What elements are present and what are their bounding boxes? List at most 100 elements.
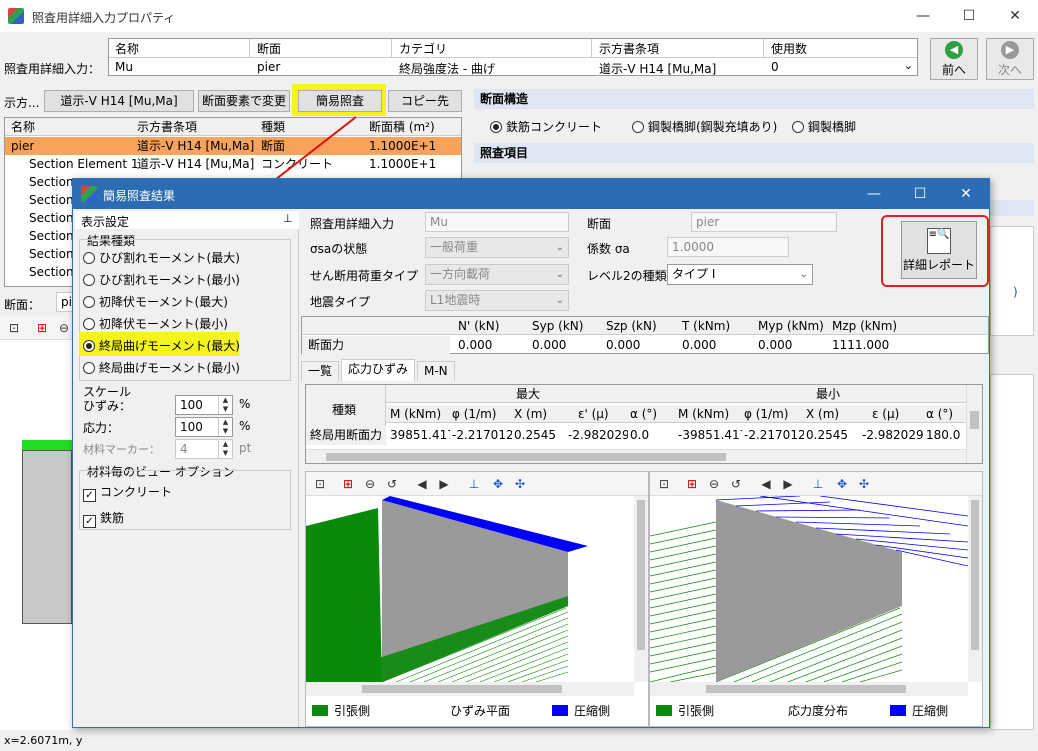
move-axis-icon[interactable]: ✥ [834, 476, 850, 492]
quake-type-value: L1地震時 [430, 293, 481, 307]
result-type-option-selected[interactable]: 終局曲げモーメント(最大) [83, 337, 240, 354]
option-label: 鉄筋 [100, 511, 125, 525]
strain-spinner[interactable]: 100 ▲ ▼ [175, 395, 233, 415]
pin-icon[interactable]: ⊥ [283, 212, 293, 225]
dialog-minimize-icon[interactable]: — [851, 179, 897, 209]
move-axis-icon[interactable]: ✥ [490, 476, 506, 492]
result-sub-header-cell: M (kNm) [390, 407, 442, 421]
force-value[interactable]: 1111.000 [832, 336, 889, 354]
strain-vscroll[interactable] [634, 496, 648, 682]
result-value[interactable]: -2.21701268 [452, 426, 512, 444]
force-header: T (kNm) [682, 319, 731, 333]
result-value[interactable]: 0.0 [630, 426, 676, 444]
force-value[interactable]: 0.000 [532, 336, 566, 354]
back-icon[interactable]: ◀ [414, 476, 430, 492]
chevron-down-icon: ⌄ [555, 269, 564, 280]
result-sub-header: M (kNm) φ (1/m) X (m) ε' (μ) α (°) M (kN… [386, 405, 966, 423]
compression-label: 圧縮側 [574, 704, 611, 718]
detail-report-button[interactable]: ≡🔍 詳細レポート [901, 221, 977, 279]
quake-type-select[interactable]: L1地震時 ⌄ [425, 290, 569, 311]
result-value[interactable]: -2.982029 [568, 426, 628, 444]
sigma-state-value: 一般荷重 [430, 240, 479, 254]
result-value[interactable]: 0.2545 [806, 426, 866, 444]
force-value[interactable]: 0.000 [606, 336, 640, 354]
result-table-row: 終局用断面力 39851.417 -2.21701268 0.2545 -2.9… [306, 426, 982, 444]
result-type-option[interactable]: 初降伏モーメント(最小) [83, 315, 228, 332]
result-vscroll[interactable] [966, 385, 982, 463]
forward-icon[interactable]: ▶ [436, 476, 452, 492]
marker-spinner[interactable]: 4 ▲ ▼ [175, 439, 233, 459]
back-icon[interactable]: ◀ [758, 476, 774, 492]
result-table: 種類 最大 最小 M (kNm) φ (1/m) X (m) ε' (μ) α … [305, 384, 983, 464]
spin-arrows-icon[interactable]: ▲ ▼ [218, 418, 232, 436]
result-value[interactable]: 180.0 [926, 426, 966, 444]
force-value[interactable]: 0.000 [758, 336, 792, 354]
sigma-state-label: σsaの状態 [310, 242, 368, 256]
spin-arrows-icon[interactable]: ▲ ▼ [218, 440, 232, 458]
axis-icon[interactable]: ⊥ [810, 476, 826, 492]
result-type-option[interactable]: ひび割れモーメント(最小) [83, 271, 240, 288]
section-field-dlg: pier [691, 212, 837, 232]
tab-mn[interactable]: M-N [417, 361, 455, 381]
result-type-option[interactable]: 終局曲げモーメント(最小) [83, 359, 240, 376]
result-row-label: 終局用断面力 [306, 426, 386, 444]
stress-spinner[interactable]: 100 ▲ ▼ [175, 417, 233, 437]
dialog-app-icon [81, 186, 97, 202]
rotate-icon[interactable]: ↺ [384, 476, 400, 492]
force-header: Mzp (kNm) [832, 319, 898, 333]
strain-hscroll[interactable] [306, 682, 634, 696]
result-value[interactable]: -2.21701268 [744, 426, 804, 444]
view-option-concrete[interactable]: ✓ コンクリート [83, 483, 172, 502]
forward-icon[interactable]: ▶ [780, 476, 796, 492]
option-label: コンクリート [100, 485, 173, 499]
shear-load-select[interactable]: 一方向載荷 ⌄ [425, 264, 569, 285]
compression-legend: 圧縮側 [552, 702, 610, 720]
max-header: 最大 [516, 387, 541, 401]
rotate-icon[interactable]: ↺ [728, 476, 744, 492]
zoom-out-icon[interactable]: ⊖ [362, 476, 378, 492]
fit-icon[interactable]: ⊡ [312, 476, 328, 492]
stress-vscroll[interactable] [968, 496, 982, 682]
scroll-thumb[interactable] [970, 411, 979, 429]
result-sub-header-cell: X (m) [806, 407, 840, 421]
force-value[interactable]: 0.000 [682, 336, 716, 354]
zoom-window-icon[interactable]: ⊞ [340, 476, 356, 492]
result-value[interactable]: 39851.417 [390, 426, 450, 444]
stress-distribution-title: 応力度分布 [788, 704, 849, 718]
level2-select[interactable]: タイプ I ⌄ [667, 264, 813, 285]
dialog-close-icon[interactable]: ✕ [943, 179, 989, 209]
shear-load-label: せん断用荷重タイプ [310, 269, 419, 283]
result-value[interactable]: -39851.417 [678, 426, 742, 444]
spin-arrows-icon[interactable]: ▲ ▼ [218, 396, 232, 414]
option-label: 初降伏モーメント(最小) [99, 317, 228, 331]
stress-distribution-canvas [650, 496, 968, 682]
rotate-axis-icon[interactable]: ✣ [856, 476, 872, 492]
tension-legend: 引張側 [656, 702, 714, 720]
stress-label: 応力： [83, 421, 120, 435]
axis-icon[interactable]: ⊥ [466, 476, 482, 492]
force-value[interactable]: 0.000 [458, 336, 492, 354]
force-header: N' (kN) [458, 319, 500, 333]
zoom-out-icon[interactable]: ⊖ [706, 476, 722, 492]
stress-view-toolbar: ⊡ ⊞ ⊖ ↺ ◀ ▶ ⊥ ✥ ✣ [650, 472, 982, 496]
result-value[interactable]: -2.982029 [862, 426, 924, 444]
checkbox-checked-icon: ✓ [83, 515, 96, 528]
tab-stress-strain[interactable]: 応力ひずみ [341, 359, 416, 381]
checkbox-checked-icon: ✓ [83, 489, 96, 502]
tab-list[interactable]: 一覧 [301, 361, 340, 381]
result-value[interactable]: 0.2545 [514, 426, 574, 444]
detail-input-field: Mu [425, 212, 569, 232]
result-type-option[interactable]: ひび割れモーメント(最大) [83, 249, 240, 266]
result-hscroll[interactable] [306, 449, 966, 463]
stress-hscroll[interactable] [650, 682, 968, 696]
scroll-thumb[interactable] [326, 453, 726, 461]
rotate-axis-icon[interactable]: ✣ [512, 476, 528, 492]
view-option-rebar[interactable]: ✓ 鉄筋 [83, 509, 124, 528]
detail-input-label: 照査用詳細入力 [310, 217, 395, 231]
min-header: 最小 [816, 387, 841, 401]
fit-icon[interactable]: ⊡ [656, 476, 672, 492]
sigma-state-select[interactable]: 一般荷重 ⌄ [425, 237, 569, 258]
result-type-option[interactable]: 初降伏モーメント(最大) [83, 293, 228, 310]
dialog-maximize-icon[interactable]: ☐ [897, 179, 943, 209]
zoom-window-icon[interactable]: ⊞ [684, 476, 700, 492]
